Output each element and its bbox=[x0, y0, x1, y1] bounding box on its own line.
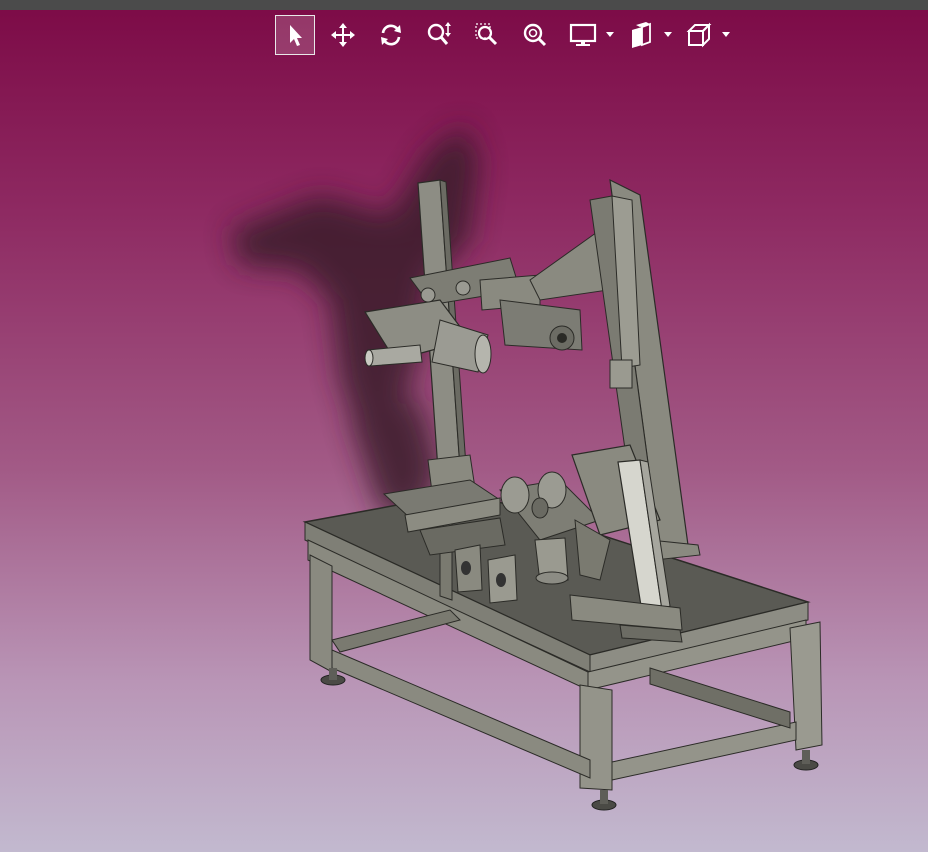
rotate-icon bbox=[381, 24, 401, 46]
cube-view-icon bbox=[686, 22, 712, 48]
view-orientation-button[interactable] bbox=[679, 15, 719, 55]
view-toolbar bbox=[275, 14, 737, 56]
rotate-tool-button[interactable] bbox=[371, 15, 411, 55]
view-orientation-dropdown[interactable] bbox=[721, 15, 731, 55]
zoom-window-icon bbox=[475, 23, 498, 46]
monitor-icon bbox=[569, 23, 597, 46]
view-orientation-group bbox=[679, 15, 731, 55]
display-mode-button[interactable] bbox=[563, 15, 603, 55]
zoom-window-tool-button[interactable] bbox=[467, 15, 507, 55]
display-mode-group bbox=[563, 15, 615, 55]
arrow-cursor-icon bbox=[290, 25, 302, 46]
caret-down-icon bbox=[664, 32, 672, 37]
caret-down-icon bbox=[606, 32, 614, 37]
zoom-fit-icon bbox=[523, 23, 547, 47]
pan-tool-button[interactable] bbox=[323, 15, 363, 55]
select-tool-button[interactable] bbox=[275, 15, 315, 55]
section-plane-button[interactable] bbox=[621, 15, 661, 55]
section-group bbox=[621, 15, 673, 55]
zoom-fit-tool-button[interactable] bbox=[515, 15, 555, 55]
zoom-updown-icon bbox=[427, 22, 451, 45]
display-mode-dropdown[interactable] bbox=[605, 15, 615, 55]
section-plane-icon bbox=[632, 22, 651, 48]
move-arrows-icon bbox=[331, 23, 355, 47]
3d-model-scene[interactable] bbox=[0, 0, 928, 852]
caret-down-icon bbox=[722, 32, 730, 37]
zoom-tool-button[interactable] bbox=[419, 15, 459, 55]
3d-viewport[interactable] bbox=[0, 0, 928, 852]
section-plane-dropdown[interactable] bbox=[663, 15, 673, 55]
